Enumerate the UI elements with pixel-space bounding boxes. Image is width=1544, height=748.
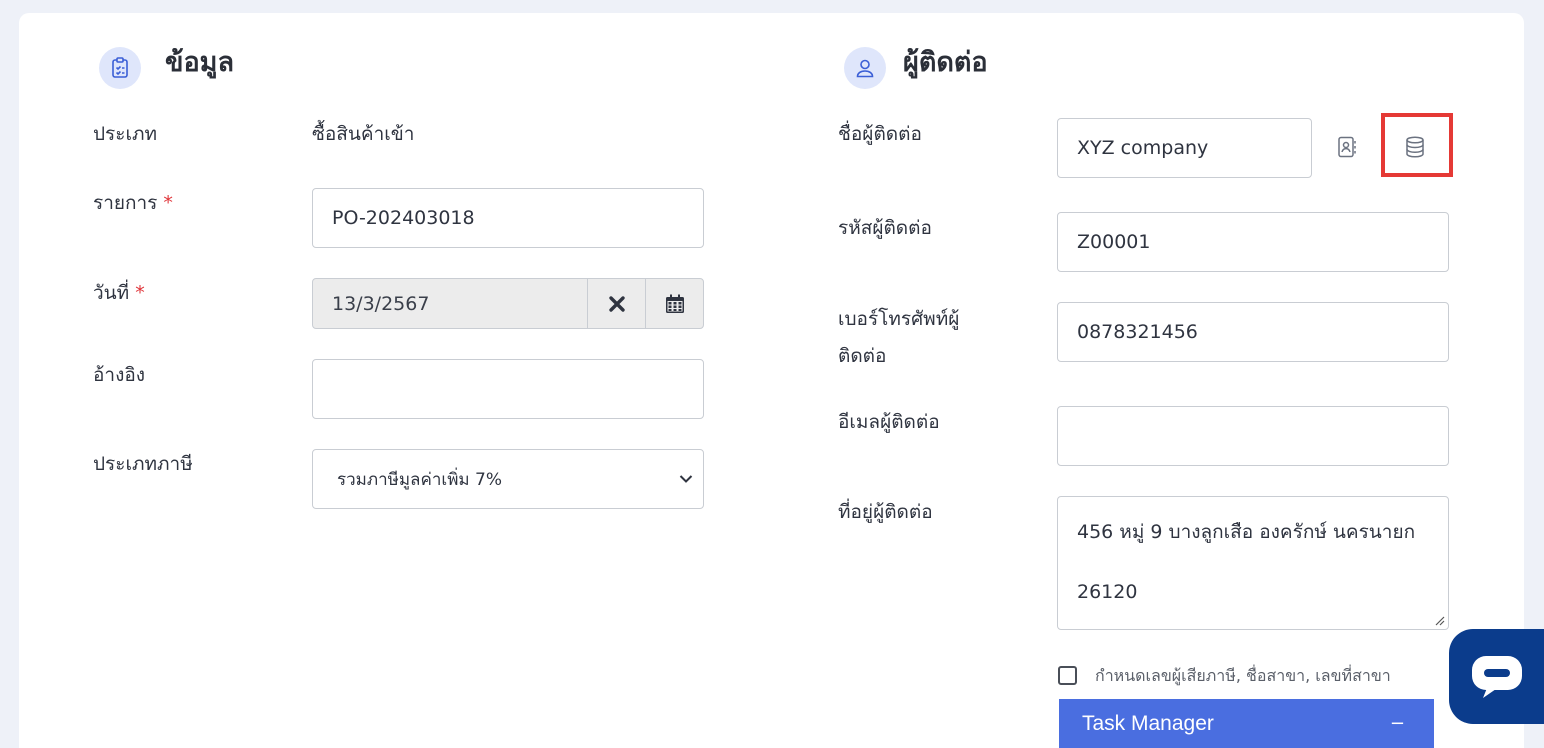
resize-handle-icon[interactable] xyxy=(1434,615,1445,626)
item-input[interactable]: PO-202403018 xyxy=(312,188,704,248)
contact-phone-label-line2: ติดต่อ xyxy=(838,345,887,367)
ref-input[interactable] xyxy=(312,359,704,419)
task-manager-title: Task Manager xyxy=(1082,711,1214,735)
contact-email-label: อีเมลผู้ติดต่อ xyxy=(838,411,940,433)
tax-type-label: ประเภทภาษี xyxy=(93,453,193,475)
item-label-text: รายการ xyxy=(93,192,158,214)
user-icon xyxy=(844,47,886,89)
chat-icon xyxy=(1471,655,1522,698)
info-section-title: ข้อมูล xyxy=(165,47,235,78)
tax-type-select[interactable]: รวมภาษีมูลค่าเพิ่ม 7% xyxy=(312,449,704,509)
contact-address-label: ที่อยู่ผู้ติดต่อ xyxy=(838,501,933,523)
contact-section-title: ผู้ติดต่อ xyxy=(903,47,988,78)
chat-button[interactable] xyxy=(1449,629,1544,724)
contact-name-input[interactable]: XYZ company xyxy=(1057,118,1312,178)
task-manager-minimize-button[interactable]: − xyxy=(1390,713,1411,734)
type-value: ซื้อสินค้าเข้า xyxy=(312,123,415,145)
contact-phone-label-line1: เบอร์โทรศัพท์ผู้ xyxy=(838,308,960,330)
contact-book-icon xyxy=(1338,136,1356,158)
required-mark: * xyxy=(163,192,173,214)
contact-phone-input[interactable]: 0878321456 xyxy=(1057,302,1449,362)
address-line-1: 456 หมู่ 9 บางลูกเสือ องครักษ์ นครนายก xyxy=(1077,521,1416,543)
clipboard-icon xyxy=(99,47,141,89)
tax-details-checkbox[interactable] xyxy=(1058,666,1077,685)
calendar-button[interactable] xyxy=(645,279,703,328)
contact-book-button[interactable] xyxy=(1331,131,1363,163)
date-input[interactable]: 13/3/2567 xyxy=(313,279,587,328)
tax-type-selected: รวมภาษีมูลค่าเพิ่ม 7% xyxy=(337,469,502,490)
contact-code-input[interactable]: Z00001 xyxy=(1057,212,1449,272)
contact-code-label: รหัสผู้ติดต่อ xyxy=(838,217,932,239)
contact-name-label: ชื่อผู้ติดต่อ xyxy=(838,123,922,145)
ref-label: อ้างอิง xyxy=(93,364,146,386)
contact-address-textarea[interactable]: 456 หมู่ 9 บางลูกเสือ องครักษ์ นครนายก 2… xyxy=(1057,496,1449,630)
required-mark: * xyxy=(135,282,145,304)
clear-icon xyxy=(608,295,625,312)
type-label: ประเภท xyxy=(93,123,158,145)
calendar-icon xyxy=(665,294,684,313)
clear-date-button[interactable] xyxy=(587,279,645,328)
task-manager-bar[interactable]: Task Manager − xyxy=(1059,699,1434,748)
address-line-2: 26120 xyxy=(1077,581,1138,603)
chevron-down-icon xyxy=(679,475,693,483)
date-picker: 13/3/2567 xyxy=(312,278,704,329)
contact-email-input[interactable] xyxy=(1057,406,1449,466)
date-label: วันที่ * xyxy=(93,278,145,308)
item-label: รายการ * xyxy=(93,188,173,218)
highlight-box xyxy=(1381,113,1453,177)
contact-phone-label: เบอร์โทรศัพท์ผู้ ติดต่อ xyxy=(838,304,959,371)
date-label-text: วันที่ xyxy=(93,282,130,304)
tax-details-checkbox-label: กำหนดเลขผู้เสียภาษี, ชื่อสาขา, เลขที่สาข… xyxy=(1095,666,1391,685)
